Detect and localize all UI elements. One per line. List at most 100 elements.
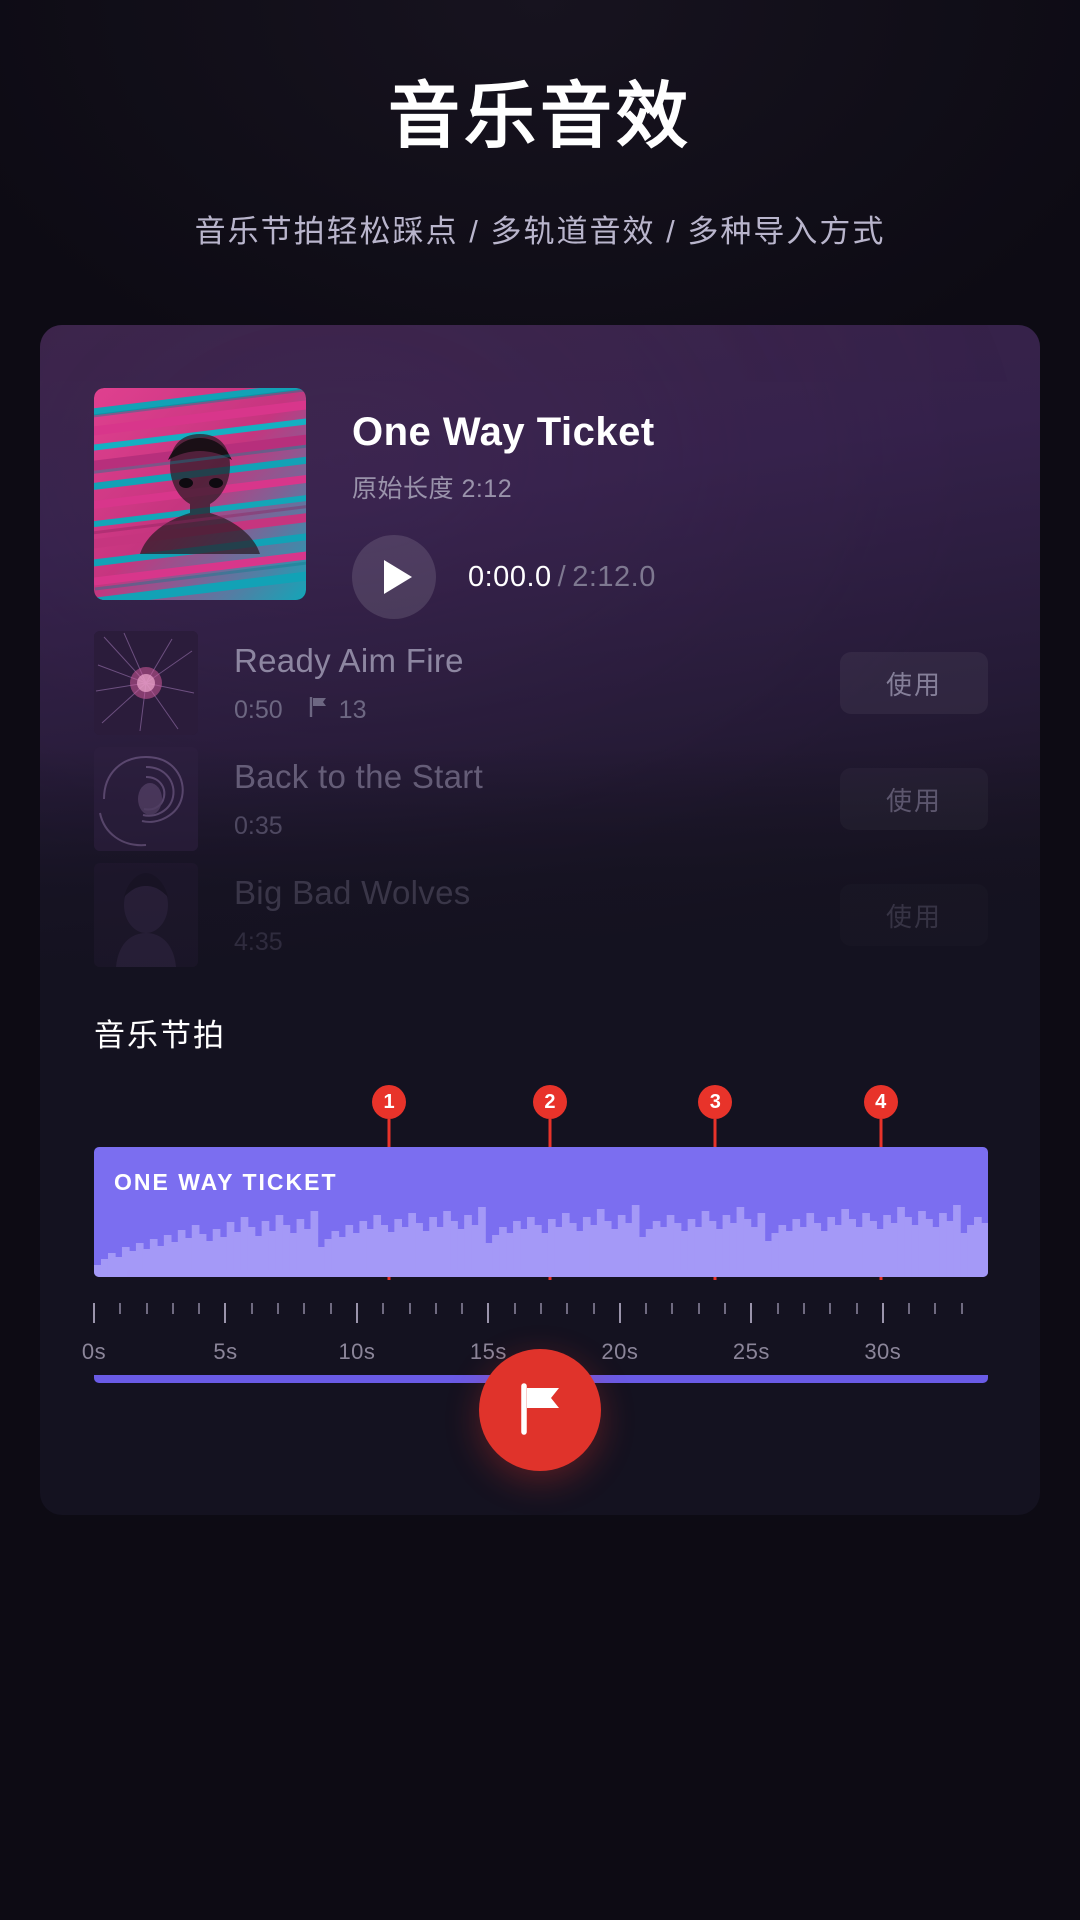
ruler-tick-minor bbox=[908, 1303, 911, 1314]
ruler-tick-major bbox=[355, 1303, 358, 1323]
beat-markers: 1 2 3 4 bbox=[94, 1085, 988, 1280]
ruler-tick-minor bbox=[277, 1303, 280, 1314]
ruler-label: 5s bbox=[213, 1339, 238, 1364]
track-thumbnail bbox=[94, 863, 198, 967]
ruler-tick-minor bbox=[513, 1303, 516, 1314]
waveform-label: ONE WAY TICKET bbox=[114, 1169, 338, 1195]
time-separator: / bbox=[557, 560, 567, 593]
ruler-tick-minor bbox=[724, 1303, 727, 1314]
now-playing-row: One Way Ticket 原始长度 2:12 0:00.0/2:12.0 bbox=[94, 388, 656, 619]
track-row[interactable]: Big Bad Wolves 4:35 使用 bbox=[94, 857, 988, 973]
track-name: Ready Aim Fire bbox=[234, 641, 464, 679]
ruler-tick-major bbox=[618, 1303, 621, 1323]
ruler-tick-minor bbox=[776, 1303, 779, 1314]
play-icon bbox=[383, 560, 412, 594]
track-name: Back to the Start bbox=[234, 757, 484, 795]
use-button[interactable]: 使用 bbox=[840, 652, 988, 714]
ruler-label: 25s bbox=[732, 1339, 770, 1364]
ruler-label: 10s bbox=[338, 1339, 376, 1364]
track-row[interactable]: Back to the Start 0:35 使用 bbox=[94, 741, 988, 857]
page-subtitle: 音乐节拍轻松踩点 / 多轨道音效 / 多种导入方式 bbox=[194, 214, 886, 249]
use-button[interactable]: 使用 bbox=[840, 884, 988, 946]
track-art-nebula bbox=[94, 631, 198, 735]
now-playing-title: One Way Ticket bbox=[352, 410, 655, 454]
ruler-tick-major bbox=[93, 1303, 95, 1323]
ruler-tick-minor bbox=[671, 1303, 674, 1314]
track-meta: Ready Aim Fire 0:50 13 bbox=[234, 642, 840, 725]
track-subinfo: 0:35 bbox=[234, 812, 840, 841]
ruler-tick-minor bbox=[250, 1303, 253, 1314]
ruler-tick-minor bbox=[408, 1303, 411, 1314]
track-art-swirl bbox=[94, 747, 198, 851]
music-card: One Way Ticket 原始长度 2:12 0:00.0/2:12.0 R… bbox=[40, 325, 1040, 1515]
ruler-tick-minor bbox=[566, 1303, 569, 1314]
track-meta: Back to the Start 0:35 bbox=[234, 758, 840, 841]
track-list: Ready Aim Fire 0:50 13 使用 Back to the St… bbox=[94, 625, 988, 973]
ruler-tick-minor bbox=[145, 1303, 148, 1314]
ruler-tick-minor bbox=[645, 1303, 648, 1314]
flag-icon bbox=[309, 696, 329, 725]
ruler-tick-minor bbox=[434, 1303, 437, 1314]
beat-marker-number: 1 bbox=[372, 1085, 407, 1119]
ruler-tick-minor bbox=[697, 1303, 700, 1314]
page-title: 音乐音效 bbox=[387, 77, 692, 157]
track-name: Big Bad Wolves bbox=[234, 873, 471, 911]
beat-marker[interactable]: 1 bbox=[372, 1085, 407, 1280]
track-meta: Big Bad Wolves 4:35 bbox=[234, 874, 840, 957]
total-time: 2:12.0 bbox=[572, 560, 656, 593]
beat-marker-number: 2 bbox=[532, 1085, 567, 1119]
ruler-tick-minor bbox=[382, 1303, 385, 1314]
beat-marker[interactable]: 3 bbox=[698, 1085, 733, 1280]
current-time: 0:00.0 bbox=[468, 560, 552, 593]
ruler-tick-minor bbox=[960, 1303, 963, 1314]
ruler-tick-minor bbox=[303, 1303, 306, 1314]
ruler-tick-minor bbox=[540, 1303, 542, 1314]
beat-marker-number: 3 bbox=[698, 1085, 733, 1119]
beat-section-title: 音乐节拍 bbox=[94, 1018, 226, 1053]
ruler-tick-major bbox=[881, 1303, 884, 1323]
ruler-label: 0s bbox=[81, 1339, 107, 1364]
album-cover-large[interactable] bbox=[94, 388, 306, 600]
app-root: 音乐音效 音乐节拍轻松踩点 / 多轨道音效 / 多种导入方式 One Way T… bbox=[0, 0, 1080, 1920]
track-subinfo: 0:50 13 bbox=[234, 696, 840, 725]
beat-marker-number: 4 bbox=[863, 1085, 898, 1119]
track-beat-count: 13 bbox=[338, 695, 367, 724]
beat-marker[interactable]: 2 bbox=[532, 1085, 567, 1280]
ruler-label: 20s bbox=[601, 1339, 639, 1364]
now-playing-info: One Way Ticket 原始长度 2:12 0:00.0/2:12.0 bbox=[352, 388, 656, 619]
ruler-tick-major bbox=[224, 1303, 227, 1323]
album-art-glitch bbox=[94, 388, 306, 600]
ruler-tick-minor bbox=[934, 1303, 937, 1314]
ruler-tick-minor bbox=[171, 1303, 174, 1314]
flag-icon bbox=[515, 1382, 565, 1438]
ruler-label: 30s bbox=[864, 1339, 902, 1364]
playback-controls: 0:00.0/2:12.0 bbox=[352, 535, 656, 619]
ruler-tick-minor bbox=[329, 1303, 332, 1314]
track-beat-count-wrap: 13 bbox=[309, 695, 367, 725]
ruler-tick-major bbox=[750, 1303, 753, 1323]
add-beat-marker-button[interactable] bbox=[479, 1349, 601, 1471]
ruler-tick-major bbox=[487, 1303, 490, 1323]
track-art-portrait bbox=[94, 863, 198, 967]
track-duration: 0:35 bbox=[234, 811, 283, 840]
track-thumbnail bbox=[94, 631, 198, 735]
ruler-tick-minor bbox=[461, 1303, 464, 1314]
waveform-strip[interactable]: ONE WAY TICKET bbox=[94, 1147, 988, 1277]
ruler-tick-minor bbox=[855, 1303, 858, 1314]
track-subinfo: 4:35 bbox=[234, 928, 840, 957]
track-duration: 4:35 bbox=[234, 927, 283, 956]
beat-marker[interactable]: 4 bbox=[863, 1085, 898, 1280]
ruler-tick-minor bbox=[592, 1303, 595, 1314]
use-button[interactable]: 使用 bbox=[840, 768, 988, 830]
track-thumbnail bbox=[94, 747, 198, 851]
ruler-tick-minor bbox=[119, 1303, 122, 1314]
track-duration: 0:50 bbox=[234, 695, 283, 724]
ruler-tick-minor bbox=[829, 1303, 832, 1314]
now-playing-original-length: 原始长度 2:12 bbox=[352, 475, 513, 503]
ruler-tick-minor bbox=[802, 1303, 805, 1314]
ruler-tick-minor bbox=[198, 1303, 201, 1314]
time-display: 0:00.0/2:12.0 bbox=[468, 561, 656, 594]
beat-waveform-zone: 1234 ONE WAY TICKET 0s 5s 10s 15s 20s 25s 30s bbox=[82, 1085, 988, 1383]
track-row[interactable]: Ready Aim Fire 0:50 13 使用 bbox=[94, 625, 988, 741]
play-button[interactable] bbox=[352, 535, 436, 619]
